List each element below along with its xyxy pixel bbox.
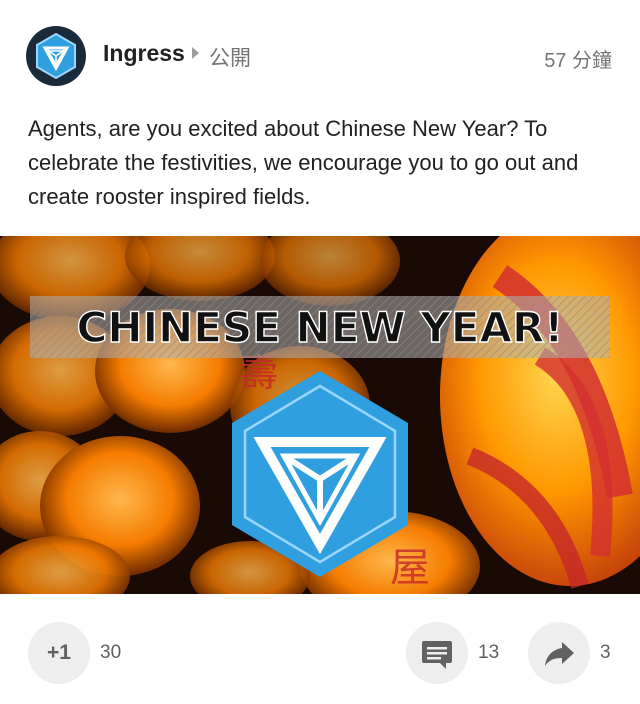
post-timestamp[interactable]: 57 分鐘 [544,44,612,73]
post-image[interactable]: 壽 屋 CHINESE NEW YEAR! [0,236,640,594]
author-name[interactable]: Ingress [103,40,185,67]
share-button[interactable] [528,622,590,684]
comment-button[interactable] [406,622,468,684]
share-icon [545,642,574,666]
banner-title: CHINESE NEW YEAR! [77,303,564,352]
share-count: 3 [600,642,611,663]
post-text: Agents, are you excited about Chinese Ne… [28,116,579,209]
visibility-label: 公開 [209,47,251,70]
plus-one-button[interactable]: +1 [28,622,90,684]
comment-icon [422,641,452,669]
svg-text:屋: 屋 [390,545,430,591]
caret-right-icon [192,47,199,59]
post-actions: +1 30 13 3 [0,594,640,704]
plus-one-count: 30 [100,642,122,663]
plus-one-label: +1 [47,641,71,664]
comment-count: 13 [478,642,500,663]
ingress-avatar-icon[interactable] [26,26,86,86]
post-header: Ingress 公開 57 分鐘 [0,0,640,112]
